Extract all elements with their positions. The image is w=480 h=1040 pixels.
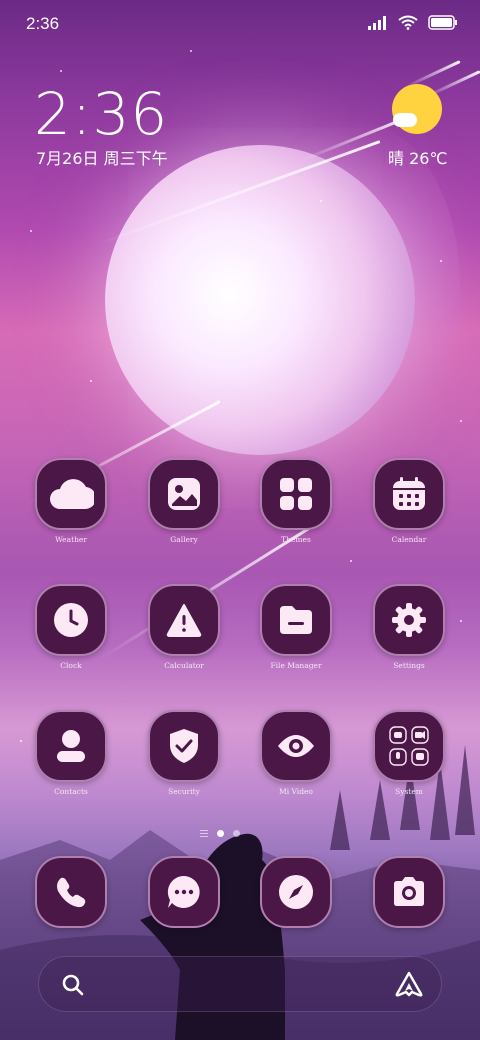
calendar-icon xyxy=(393,477,425,510)
dock-messages[interactable] xyxy=(134,856,234,928)
app-label: Gallery xyxy=(170,535,198,544)
search-bar[interactable] xyxy=(38,956,442,1012)
app-label: Weather xyxy=(55,535,87,544)
clock-widget-date[interactable]: 7月26日 周三下午 xyxy=(36,145,168,169)
app-mi-video[interactable]: Mi Video xyxy=(246,710,346,796)
dock-browser[interactable] xyxy=(246,856,346,928)
page-dot[interactable] xyxy=(233,830,240,837)
all-apps-indicator[interactable] xyxy=(200,830,208,837)
app-folder-system[interactable]: System xyxy=(359,710,459,796)
calculator-icon xyxy=(166,604,202,637)
dock-phone[interactable] xyxy=(21,856,121,928)
status-time: 2:36 xyxy=(26,14,60,33)
page-dot-active[interactable] xyxy=(217,830,224,837)
app-label: Contacts xyxy=(54,787,88,796)
weather-icon xyxy=(50,479,94,510)
signal-icon xyxy=(368,15,386,30)
app-file-manager[interactable]: File Manager xyxy=(246,584,346,670)
wifi-icon xyxy=(398,15,418,30)
app-calendar[interactable]: Calendar xyxy=(359,458,459,544)
battery-icon xyxy=(428,15,457,30)
app-label: Settings xyxy=(393,661,425,670)
app-label: Calendar xyxy=(391,535,427,544)
weather-widget-text[interactable]: 晴 26℃ xyxy=(388,145,447,169)
themes-icon xyxy=(280,478,312,510)
compass-icon xyxy=(279,875,313,909)
phone-icon xyxy=(57,877,86,908)
camera-icon xyxy=(394,877,424,906)
clock-icon xyxy=(54,603,88,637)
app-gallery[interactable]: Gallery xyxy=(134,458,234,544)
app-label: System xyxy=(395,787,423,796)
app-contacts[interactable]: Contacts xyxy=(21,710,121,796)
system-folder-icon xyxy=(389,726,429,766)
eye-icon xyxy=(278,735,314,757)
app-weather[interactable]: Weather xyxy=(21,458,121,544)
gallery-icon xyxy=(168,478,200,510)
app-label: Themes xyxy=(281,535,311,544)
app-security[interactable]: Security xyxy=(134,710,234,796)
app-label: Clock xyxy=(60,661,82,670)
folder-icon xyxy=(280,606,312,634)
app-label: Security xyxy=(168,787,200,796)
gear-icon xyxy=(392,603,426,637)
messages-icon xyxy=(167,875,200,908)
search-icon[interactable] xyxy=(61,973,85,997)
moon-image xyxy=(105,145,415,455)
app-clock[interactable]: Clock xyxy=(21,584,121,670)
dock-camera[interactable] xyxy=(359,856,459,928)
app-label: Mi Video xyxy=(279,787,313,796)
shield-icon xyxy=(170,729,198,763)
status-bar: 2:36 xyxy=(0,0,480,48)
app-label: Calculator xyxy=(164,661,204,670)
clock-widget-time[interactable]: 2:36 xyxy=(34,80,168,148)
assistant-icon[interactable] xyxy=(395,971,423,997)
app-settings[interactable]: Settings xyxy=(359,584,459,670)
page-indicator[interactable] xyxy=(200,830,240,837)
app-label: File Manager xyxy=(270,661,322,670)
app-themes[interactable]: Themes xyxy=(246,458,346,544)
app-calculator[interactable]: Calculator xyxy=(134,584,234,670)
contacts-icon xyxy=(57,730,85,762)
